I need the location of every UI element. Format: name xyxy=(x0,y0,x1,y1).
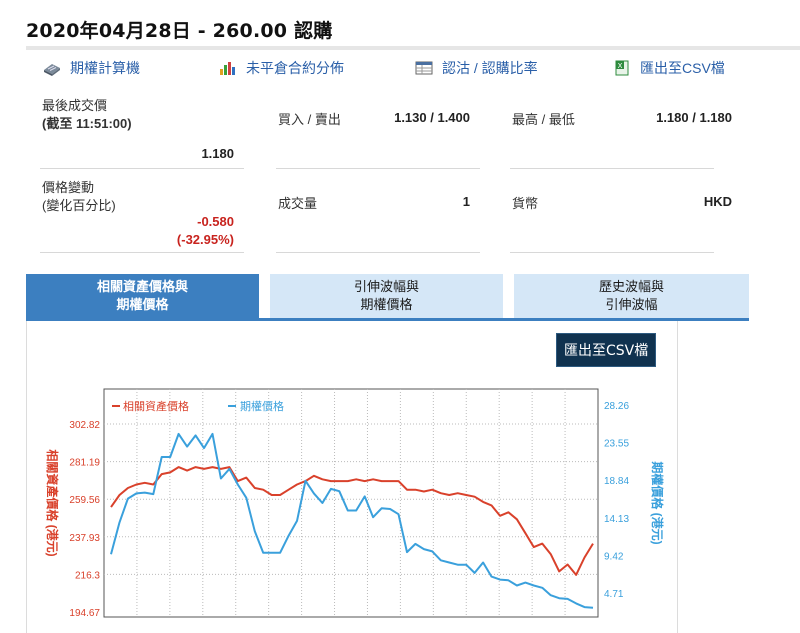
right-tick-label: 4.71 xyxy=(604,589,624,600)
right-tick-label: 23.55 xyxy=(604,439,629,450)
right-tick-label: 28.26 xyxy=(604,401,629,412)
right-axis-label: 期權價格 (港元) xyxy=(650,461,665,544)
left-tick-label: 281.19 xyxy=(69,458,100,469)
left-tick-label: 216.3 xyxy=(75,570,100,581)
left-tick-label: 259.56 xyxy=(69,495,100,506)
left-axis-ticks: 302.82 281.19 259.56 237.93 216.3 194.67 xyxy=(69,420,100,619)
right-tick-label: 14.13 xyxy=(604,514,629,525)
left-tick-label: 194.67 xyxy=(69,608,100,619)
left-tick-label: 302.82 xyxy=(69,420,100,431)
left-tick-label: 237.93 xyxy=(69,533,100,544)
legend-option: 期權價格 xyxy=(240,399,284,413)
left-axis-label: 相關資產價格 (港元) xyxy=(45,449,60,556)
price-chart: 相關資產價格 期權價格 302.82 281.19 259.56 237.93 216.… xyxy=(45,388,665,619)
right-tick-label: 18.84 xyxy=(604,476,629,487)
right-axis-ticks: 28.26 23.55 18.84 14.13 9.42 4.71 xyxy=(604,401,629,600)
legend-underlying: 相關資產價格 xyxy=(123,399,189,413)
right-tick-label: 9.42 xyxy=(604,551,624,562)
